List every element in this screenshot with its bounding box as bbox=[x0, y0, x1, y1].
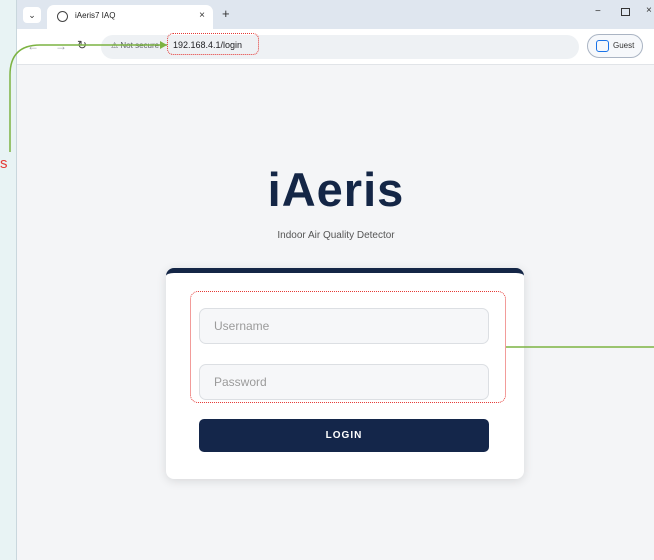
browser-tab[interactable]: iAeris7 IAQ × bbox=[47, 5, 213, 29]
close-window-button[interactable]: × bbox=[646, 5, 652, 16]
annotation-form-highlight bbox=[190, 291, 506, 403]
site-favicon-icon bbox=[57, 11, 68, 22]
browser-toolbar: ← → ↻ ⚠ Not secure 192.168.4.1/login Gue… bbox=[17, 29, 654, 65]
new-tab-button[interactable]: + bbox=[222, 7, 230, 20]
not-secure-indicator[interactable]: ⚠ Not secure bbox=[111, 41, 159, 50]
tab-close-icon[interactable]: × bbox=[199, 10, 205, 21]
minimize-button[interactable]: − bbox=[595, 6, 601, 17]
maximize-button[interactable] bbox=[621, 8, 630, 16]
browser-window: ⌄ iAeris7 IAQ × + − × ← → ↻ ⚠ Not secure… bbox=[16, 0, 654, 560]
login-button[interactable]: LOGIN bbox=[199, 419, 489, 452]
reload-icon[interactable]: ↻ bbox=[77, 38, 87, 52]
annotation-left-text: s bbox=[0, 155, 8, 172]
guest-profile-button[interactable]: Guest bbox=[587, 34, 643, 58]
tab-search-icon[interactable]: ⌄ bbox=[23, 7, 41, 23]
annotation-url-highlight bbox=[167, 33, 259, 55]
guest-profile-icon bbox=[596, 40, 609, 52]
tab-title: iAeris7 IAQ bbox=[75, 11, 116, 20]
forward-arrow-icon[interactable]: → bbox=[55, 39, 67, 53]
guest-label: Guest bbox=[613, 41, 635, 50]
back-arrow-icon[interactable]: ← bbox=[27, 39, 39, 53]
tab-strip: ⌄ iAeris7 IAQ × + − × bbox=[17, 0, 654, 29]
page-subtitle: Indoor Air Quality Detector bbox=[277, 230, 395, 241]
page-title: iAeris bbox=[267, 163, 405, 216]
